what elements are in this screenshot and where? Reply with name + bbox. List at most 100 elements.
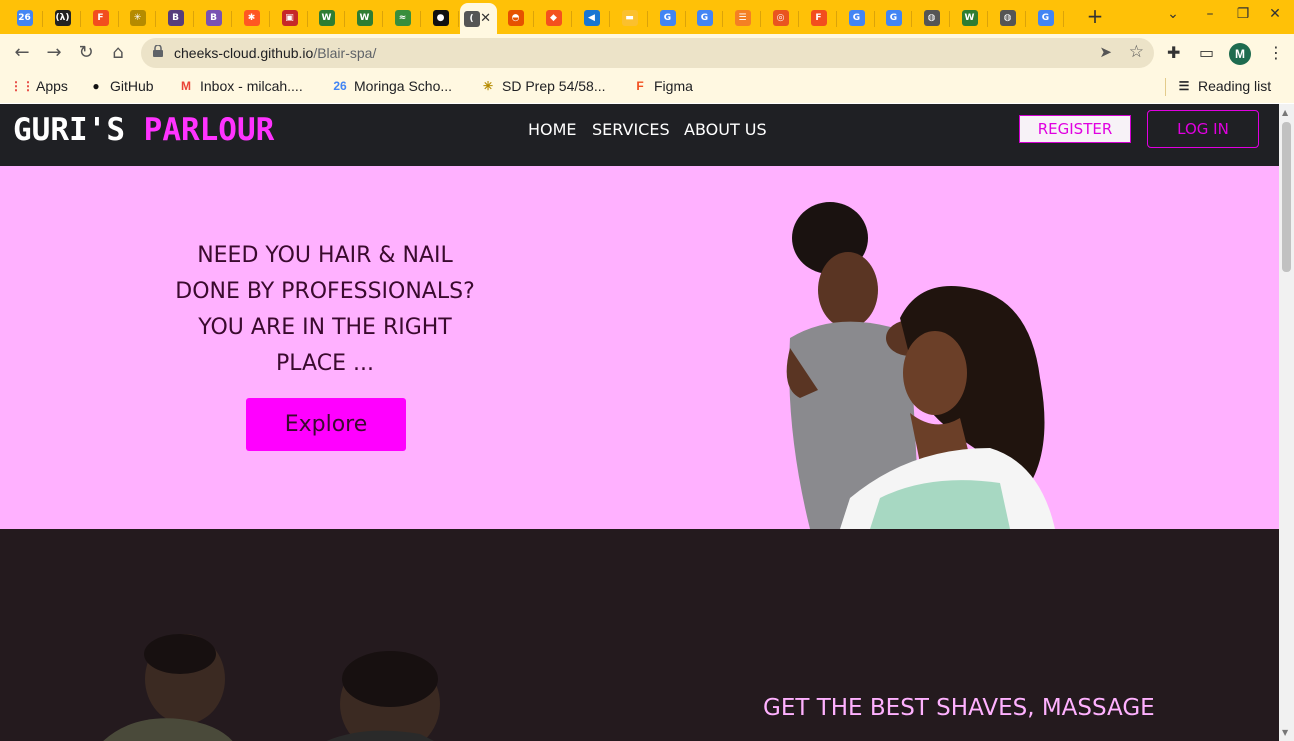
browser-tab[interactable]: B	[195, 3, 232, 32]
scroll-up-icon[interactable]: ▲	[1282, 108, 1288, 117]
browser-tab[interactable]: ◆	[535, 3, 572, 32]
url-host: cheeks-cloud.github.io	[174, 45, 314, 61]
browser-tab[interactable]: W	[346, 3, 383, 32]
bookmark-label: SD Prep 54/58...	[502, 78, 606, 94]
browser-tab[interactable]: 26	[6, 3, 43, 32]
bookmark-item[interactable]: ⋮⋮ Apps	[10, 78, 68, 94]
browser-tab[interactable]: ✳	[119, 3, 156, 32]
browser-tab[interactable]: ◓	[497, 3, 534, 32]
cast-icon[interactable]: ▭	[1199, 43, 1214, 62]
page-scrollbar[interactable]: ▲ ▼	[1279, 104, 1294, 741]
bookmark-label: Figma	[654, 78, 693, 94]
tab-separator	[1025, 11, 1026, 27]
login-button[interactable]: LOG IN	[1147, 110, 1259, 148]
calendar-icon: 26	[16, 9, 33, 26]
site-logo[interactable]: GURI'S PARLOUR	[13, 112, 274, 148]
bookmark-item[interactable]: 26 Moringa Scho...	[332, 78, 452, 94]
figma-icon: F	[810, 9, 827, 26]
ubuntu-icon: ◎	[772, 9, 789, 26]
browser-tab[interactable]: G	[875, 3, 912, 32]
tab-separator	[155, 11, 156, 27]
services-headline: GET THE BEST SHAVES, MASSAGE	[763, 695, 1155, 721]
google-icon: G	[696, 9, 713, 26]
tab-separator	[949, 11, 950, 27]
register-button[interactable]: REGISTER	[1019, 115, 1131, 143]
browser-tab[interactable]: ≈	[384, 3, 421, 32]
tab-separator	[458, 11, 459, 27]
home-icon[interactable]: ⌂	[107, 42, 129, 64]
tab-separator	[571, 11, 572, 27]
scrollbar-thumb[interactable]	[1282, 122, 1291, 272]
browser-tab[interactable]: ◀	[573, 3, 610, 32]
extensions-icon[interactable]: ✚	[1167, 43, 1180, 62]
browser-tab[interactable]: G	[649, 3, 686, 32]
url-path: /Blair-spa/	[313, 45, 377, 61]
services-line: GET THE BEST SHAVES, MASSAGE	[763, 695, 1155, 721]
explore-button[interactable]: Explore	[246, 398, 406, 451]
w-icon: W	[961, 9, 978, 26]
tab-separator	[911, 11, 912, 27]
browser-tab[interactable]: G	[686, 3, 723, 32]
bookmark-label: GitHub	[110, 78, 154, 94]
browser-tab[interactable]: ●	[422, 3, 459, 32]
asterisk-icon: ✱	[243, 9, 260, 26]
palm-icon: ✳	[482, 79, 494, 93]
minimize-icon[interactable]: –	[1200, 6, 1220, 22]
hero-headline: NEED YOU HAIR & NAIL DONE BY PROFESSIONA…	[150, 238, 500, 382]
hero-line: YOU ARE IN THE RIGHT	[198, 315, 452, 340]
scroll-down-icon[interactable]: ▼	[1282, 728, 1288, 737]
tab-search-icon[interactable]: ⌄	[1163, 6, 1183, 22]
browser-tab[interactable]: B	[157, 3, 194, 32]
tab-separator	[987, 11, 988, 27]
nav-about-link[interactable]: ABOUT US	[684, 120, 767, 139]
close-window-icon[interactable]: ✕	[1265, 6, 1285, 22]
browser-tab[interactable]: ✱	[233, 3, 270, 32]
new-tab-button[interactable]: +	[1084, 6, 1106, 28]
avatar[interactable]: M	[1229, 43, 1251, 65]
hero-section: NEED YOU HAIR & NAIL DONE BY PROFESSIONA…	[0, 166, 1279, 529]
globe-icon: ◍	[923, 9, 940, 26]
codewars-icon: (λ)	[54, 9, 71, 26]
bookmark-item[interactable]: M Inbox - milcah....	[178, 78, 303, 94]
restore-icon[interactable]: ❐	[1233, 6, 1253, 22]
browser-tab[interactable]: G	[838, 3, 875, 32]
globe-icon: ◍	[999, 9, 1016, 26]
url-text: cheeks-cloud.github.io/Blair-spa/	[174, 45, 376, 61]
nav-home-link[interactable]: HOME	[528, 120, 577, 139]
reload-icon[interactable]: ↻	[75, 42, 97, 64]
logo-word-white: GURI'S	[13, 112, 125, 148]
send-icon[interactable]: ➤	[1099, 43, 1112, 61]
browser-tab[interactable]: ◍	[989, 3, 1026, 32]
browser-tab[interactable]: G	[1027, 3, 1064, 32]
forward-arrow-icon[interactable]: →	[43, 42, 65, 64]
browser-tab[interactable]: (✕	[460, 3, 497, 34]
barber-photo	[103, 634, 440, 741]
browser-tab[interactable]: F	[82, 3, 119, 32]
close-tab-icon[interactable]: ✕	[480, 11, 491, 26]
gmail-icon: M	[181, 79, 191, 93]
bookmark-item[interactable]: ● GitHub	[88, 78, 154, 94]
browser-tab[interactable]: (λ)	[44, 3, 81, 32]
browser-tab[interactable]: F	[800, 3, 837, 32]
tab-separator	[42, 11, 43, 27]
tab-separator	[80, 11, 81, 27]
page-icon: (	[463, 10, 480, 27]
browser-tab[interactable]: ◎	[762, 3, 799, 32]
reading-list[interactable]: ☰ Reading list	[1176, 78, 1272, 94]
nav-services-link[interactable]: SERVICES	[592, 120, 670, 139]
browser-tab[interactable]: ◍	[913, 3, 950, 32]
bookmark-item[interactable]: F Figma	[632, 78, 693, 94]
bookmark-label: Inbox - milcah....	[200, 78, 303, 94]
bookmark-item[interactable]: ✳ SD Prep 54/58...	[480, 78, 606, 94]
browser-tab[interactable]: W	[951, 3, 988, 32]
google-icon: G	[848, 9, 865, 26]
browser-tab[interactable]: ▬	[611, 3, 648, 32]
browser-tab[interactable]: ☰	[724, 3, 761, 32]
tab-separator	[231, 11, 232, 27]
address-bar[interactable]: cheeks-cloud.github.io/Blair-spa/ ➤ ☆	[141, 38, 1154, 68]
menu-dots-icon[interactable]: ⋮	[1268, 43, 1284, 62]
back-arrow-icon[interactable]: ←	[11, 42, 33, 64]
browser-tab[interactable]: W	[308, 3, 345, 32]
browser-tab[interactable]: ▣	[271, 3, 308, 32]
bookmark-star-icon[interactable]: ☆	[1129, 42, 1144, 62]
